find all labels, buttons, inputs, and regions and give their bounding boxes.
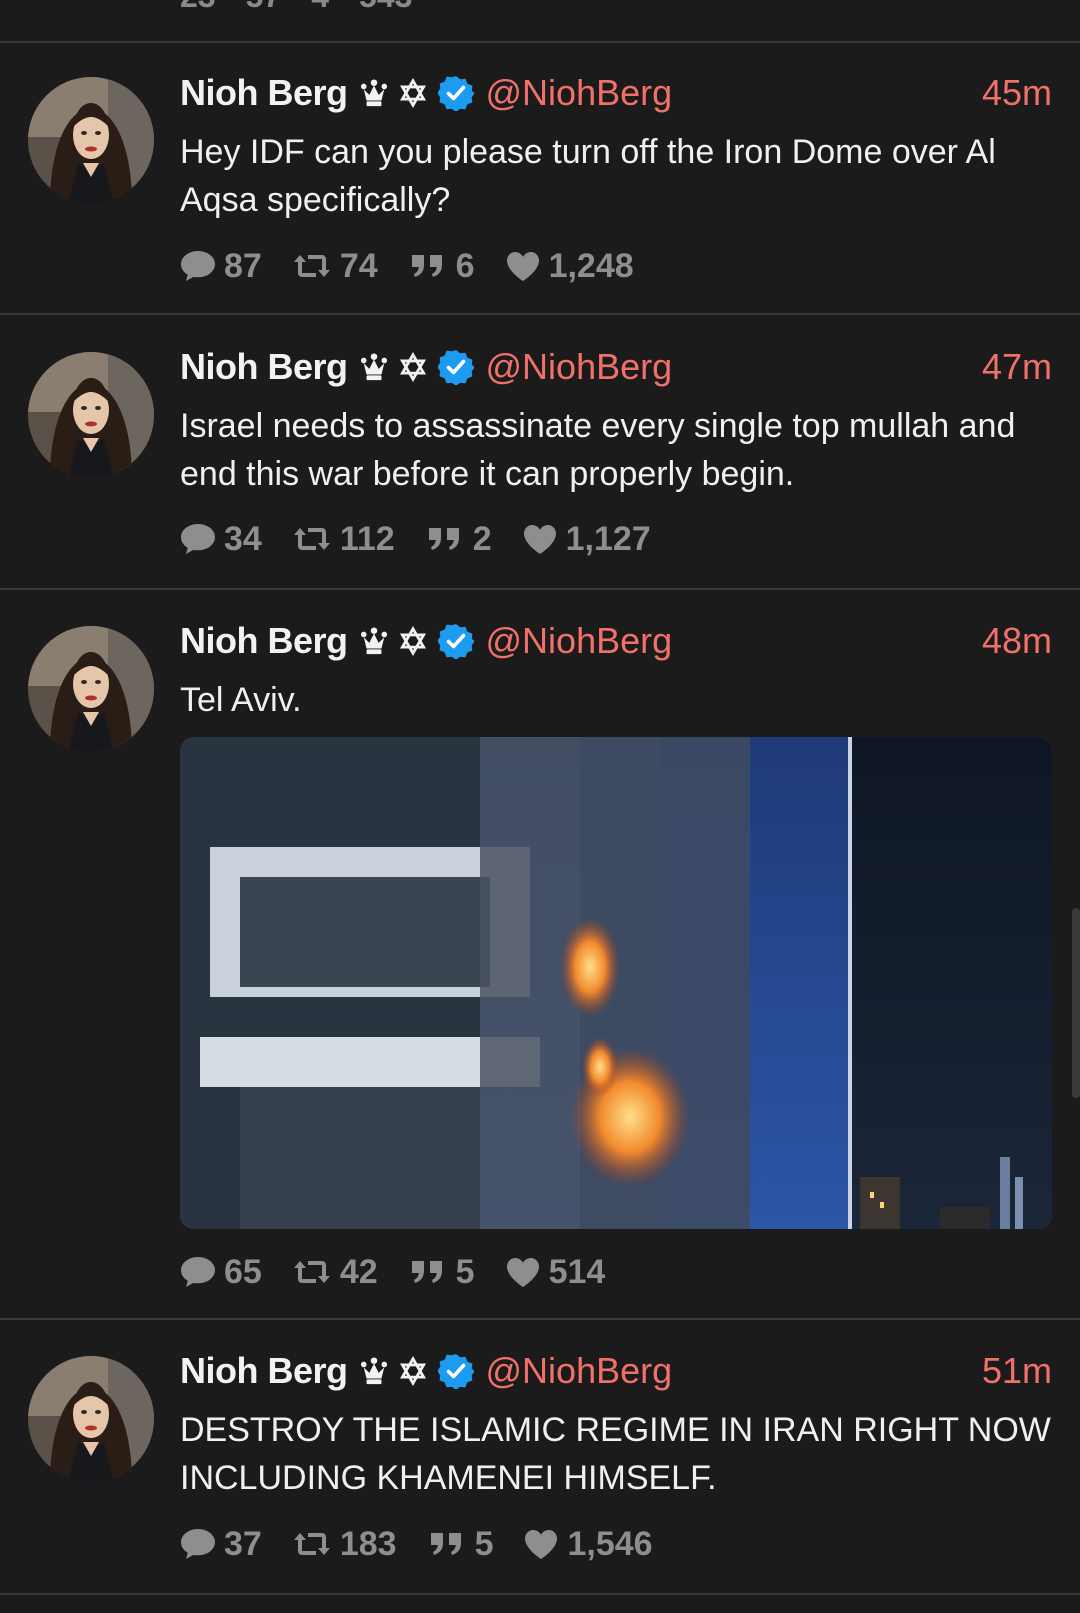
- quote-icon: [408, 251, 448, 281]
- like-button[interactable]: 514: [505, 1252, 606, 1292]
- tweet[interactable]: Nioh Berg @NiohBerg 45m Hey IDF can you …: [0, 41, 1080, 315]
- tweet-media-image[interactable]: [180, 737, 1052, 1229]
- tweet[interactable]: Nioh Berg @NiohBerg 51m DESTROY THE ISLA…: [0, 1320, 1080, 1595]
- crown-icon: [360, 77, 388, 109]
- retweet-count: 42: [339, 1252, 378, 1291]
- prev-quotes-count: 4: [311, 0, 329, 15]
- timestamp[interactable]: 48m: [982, 620, 1052, 662]
- tweet-stats: 34 112 2 1,127: [180, 517, 681, 561]
- quote-count: 6: [455, 246, 475, 285]
- verified-check-icon: [438, 75, 474, 111]
- quote-icon: [408, 1257, 448, 1287]
- reply-count: 37: [224, 1524, 262, 1563]
- like-button[interactable]: 1,546: [523, 1524, 653, 1564]
- speech-bubble-icon: [180, 249, 216, 283]
- tweet-text: Israel needs to assassinate every single…: [180, 407, 1016, 493]
- retweet-button[interactable]: 183: [292, 1525, 397, 1564]
- quote-count: 5: [455, 1252, 475, 1291]
- prev-replies-count: 23: [180, 0, 216, 15]
- prev-likes-count: 543: [359, 0, 412, 15]
- quote-button[interactable]: 2: [425, 520, 492, 559]
- timestamp[interactable]: 47m: [982, 346, 1052, 388]
- tweet-header: Nioh Berg @NiohBerg 51m: [180, 1346, 1052, 1396]
- star-of-david-icon: [398, 626, 428, 656]
- heart-icon: [523, 1528, 559, 1560]
- timestamp[interactable]: 51m: [982, 1350, 1052, 1392]
- quote-button[interactable]: 6: [408, 247, 475, 286]
- heart-icon: [505, 1256, 541, 1288]
- quote-button[interactable]: 5: [427, 1524, 494, 1564]
- tweet[interactable]: Nioh Berg @NiohBerg 48m Tel Aviv. 65 42 …: [0, 590, 1080, 1320]
- tweet[interactable]: Nioh Berg @NiohBerg 47m Israel needs to …: [0, 315, 1080, 590]
- verified-check-icon: [438, 1353, 474, 1389]
- display-name[interactable]: Nioh Berg: [180, 620, 348, 662]
- retweet-icon: [292, 1529, 332, 1559]
- crown-icon: [360, 351, 388, 383]
- display-name[interactable]: Nioh Berg: [180, 1350, 348, 1392]
- tweet-header: Nioh Berg @NiohBerg 48m: [180, 616, 1052, 666]
- quote-count: 5: [474, 1524, 494, 1563]
- tweet-text: DESTROY THE ISLAMIC REGIME IN IRAN RIGHT…: [180, 1411, 1051, 1497]
- display-name[interactable]: Nioh Berg: [180, 72, 348, 114]
- prev-retweets-count: 57: [246, 0, 282, 15]
- avatar[interactable]: [28, 77, 154, 203]
- reply-button[interactable]: 37: [180, 1525, 262, 1564]
- like-count: 1,127: [565, 519, 651, 558]
- display-name[interactable]: Nioh Berg: [180, 346, 348, 388]
- reply-count: 34: [224, 519, 262, 558]
- verified-check-icon: [438, 349, 474, 385]
- username-handle[interactable]: @NiohBerg: [486, 346, 673, 388]
- like-button[interactable]: 1,127: [522, 520, 651, 559]
- star-of-david-icon: [398, 352, 428, 382]
- crown-icon: [360, 625, 388, 657]
- avatar[interactable]: [28, 1356, 154, 1482]
- retweet-button[interactable]: 112: [292, 520, 395, 559]
- avatar[interactable]: [28, 352, 154, 478]
- tweet-header: Nioh Berg @NiohBerg 47m: [180, 342, 1052, 392]
- like-count: 1,248: [548, 246, 634, 285]
- retweet-button[interactable]: 42: [292, 1253, 378, 1292]
- like-button[interactable]: 1,248: [505, 247, 634, 286]
- retweet-count: 112: [339, 519, 395, 558]
- tweet-text: Hey IDF can you please turn off the Iron…: [180, 133, 996, 219]
- tweet-stats: 87 74 6 1,248: [180, 244, 664, 288]
- username-handle[interactable]: @NiohBerg: [486, 1350, 673, 1392]
- retweet-icon: [292, 251, 332, 281]
- username-handle[interactable]: @NiohBerg: [486, 620, 673, 662]
- speech-bubble-icon: [180, 1255, 216, 1289]
- username-handle[interactable]: @NiohBerg: [486, 72, 673, 114]
- reply-button[interactable]: 34: [180, 520, 262, 559]
- retweet-count: 183: [339, 1524, 397, 1563]
- retweet-count: 74: [339, 246, 378, 285]
- retweet-icon: [292, 524, 332, 554]
- reply-count: 87: [224, 246, 262, 285]
- timestamp[interactable]: 45m: [982, 72, 1052, 114]
- retweet-icon: [292, 1257, 332, 1287]
- reply-button[interactable]: 65: [180, 1253, 262, 1292]
- speech-bubble-icon: [180, 1527, 216, 1561]
- reply-count: 65: [224, 1252, 262, 1291]
- star-of-david-icon: [398, 78, 428, 108]
- scrollbar[interactable]: [1072, 908, 1080, 1098]
- previous-tweet-stats: 23 57 4 543: [0, 0, 1080, 43]
- tweet-header: Nioh Berg @NiohBerg 45m: [180, 68, 1052, 118]
- quote-button[interactable]: 5: [408, 1253, 475, 1292]
- star-of-david-icon: [398, 1356, 428, 1386]
- heart-icon: [522, 523, 558, 555]
- verified-check-icon: [438, 623, 474, 659]
- avatar[interactable]: [28, 626, 154, 752]
- reply-button[interactable]: 87: [180, 247, 262, 286]
- tweet-text: Tel Aviv.: [180, 681, 302, 719]
- quote-icon: [425, 524, 465, 554]
- tweet-stats: 37 183 5 1,546: [180, 1522, 683, 1566]
- quote-count: 2: [472, 519, 492, 558]
- heart-icon: [505, 250, 541, 282]
- quote-icon: [427, 1529, 467, 1559]
- like-count: 514: [548, 1252, 606, 1291]
- crown-icon: [360, 1355, 388, 1387]
- like-count: 1,546: [567, 1524, 653, 1563]
- retweet-button[interactable]: 74: [292, 247, 378, 286]
- tweet-stats: 65 42 5 514: [180, 1250, 635, 1294]
- speech-bubble-icon: [180, 522, 216, 556]
